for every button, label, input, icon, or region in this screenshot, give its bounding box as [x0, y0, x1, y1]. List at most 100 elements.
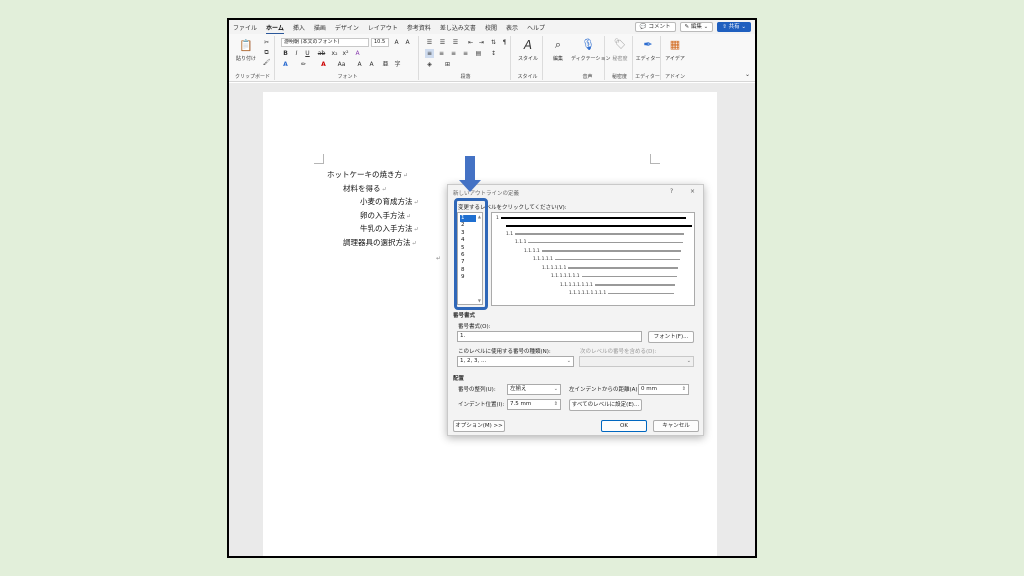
- preview-number: 1.1.1.1.1.1: [542, 265, 567, 271]
- bullets-icon[interactable]: ☰: [425, 38, 434, 47]
- subscript-icon[interactable]: x₂: [330, 49, 339, 58]
- multilevel-list-icon[interactable]: ☰: [451, 38, 460, 47]
- alignment-select[interactable]: 左揃え ⌄: [507, 384, 561, 395]
- ok-button[interactable]: OK: [601, 420, 647, 432]
- font-name-box[interactable]: 游明朝 (本文のフォント): [281, 38, 369, 47]
- paste-icon[interactable]: 📋: [239, 39, 253, 53]
- outline-line-text: 小麦の育成方法: [360, 197, 413, 206]
- preview-row: 1.1.1.1: [524, 248, 682, 254]
- edit-mode-button[interactable]: ✎ 編集 ⌄: [679, 22, 714, 32]
- cut-icon[interactable]: ✂: [262, 38, 271, 47]
- preview-row: 1.1.1.1.1.1: [542, 265, 679, 271]
- font-size-box[interactable]: 10.5: [371, 38, 389, 47]
- increase-indent-icon[interactable]: ⇥: [477, 38, 486, 47]
- microphone-icon[interactable]: 🎙: [581, 38, 595, 52]
- font-color-icon[interactable]: A: [319, 60, 328, 69]
- editor-icon[interactable]: ✒: [641, 38, 655, 52]
- style-icon[interactable]: A: [521, 38, 535, 52]
- chevron-down-icon: ⌄: [553, 386, 558, 392]
- outline-line[interactable]: ホットケーキの焼き方↵: [327, 169, 408, 180]
- tab-10[interactable]: ヘルプ: [527, 23, 545, 32]
- preview-row: 1: [496, 215, 686, 221]
- number-format-section: 番号書式: [453, 313, 476, 319]
- outline-line[interactable]: 小麦の育成方法↵: [360, 196, 419, 207]
- number-format-input[interactable]: 1.: [457, 331, 642, 342]
- search-icon[interactable]: ⌕: [551, 38, 565, 52]
- spinner-icon[interactable]: ⇕: [682, 385, 686, 394]
- underline-icon[interactable]: U: [303, 49, 312, 58]
- editor-label: エディター: [635, 56, 661, 62]
- voice-group: 🎙 ディクテーション 音声: [571, 36, 611, 80]
- help-icon[interactable]: ?: [670, 188, 673, 195]
- close-icon[interactable]: ×: [690, 188, 695, 195]
- preview-row: 1.1.1.1.1.1.1.1: [560, 282, 676, 288]
- strikethrough-icon[interactable]: ab: [317, 49, 326, 58]
- tab-2[interactable]: 挿入: [293, 23, 305, 32]
- shrink-icon[interactable]: A: [367, 60, 376, 69]
- grow-font-icon[interactable]: A: [392, 38, 401, 47]
- comment-button[interactable]: 💬 コメント: [634, 22, 676, 32]
- paragraph-group: ☰ ☰ ☰ ⇤ ⇥ ⇅ ¶ ≡ ≡ ≡ ≡ ▤ ↕ ◈ ⊞ 段落: [421, 36, 511, 80]
- italic-icon[interactable]: I: [292, 49, 301, 58]
- cancel-button[interactable]: キャンセル: [653, 420, 699, 432]
- collapse-ribbon-icon[interactable]: ⌄: [743, 70, 752, 79]
- editing-group: ⌕ 編集: [545, 36, 571, 80]
- pointer-arrow: [465, 156, 475, 182]
- line-spacing-icon[interactable]: ↕: [489, 49, 498, 58]
- tab-9[interactable]: 表示: [506, 23, 518, 32]
- options-button[interactable]: オプション(M) >>: [453, 420, 505, 432]
- spinner-icon[interactable]: ⇕: [554, 400, 558, 409]
- bold-icon[interactable]: B: [281, 49, 290, 58]
- tab-5[interactable]: レイアウト: [368, 23, 398, 32]
- highlight-icon[interactable]: ✏: [299, 60, 308, 69]
- show-marks-icon[interactable]: ¶: [500, 38, 509, 47]
- sort-icon[interactable]: ⇅: [489, 38, 498, 47]
- include-level-select[interactable]: ⌄: [579, 356, 694, 367]
- text-effects-icon[interactable]: A: [281, 60, 290, 69]
- grow-icon[interactable]: A: [355, 60, 364, 69]
- tab-6[interactable]: 参考資料: [407, 23, 431, 32]
- tab-1[interactable]: ホーム: [266, 23, 284, 35]
- left-indent-value: 0 mm: [641, 386, 657, 392]
- decrease-indent-icon[interactable]: ⇤: [466, 38, 475, 47]
- sensitivity-icon[interactable]: 🏷: [613, 38, 627, 52]
- numbering-icon[interactable]: ☰: [438, 38, 447, 47]
- font-button[interactable]: フォント(F)...: [648, 331, 694, 343]
- indent-value: 7.5 mm: [510, 401, 532, 407]
- format-painter-icon[interactable]: 🖌: [262, 58, 271, 67]
- share-button[interactable]: ⇧ 共有 ⌄: [717, 22, 751, 32]
- justify-icon[interactable]: ≡: [461, 49, 470, 58]
- outline-line[interactable]: 卵の入手方法↵: [360, 210, 411, 221]
- tab-0[interactable]: ファイル: [233, 23, 257, 32]
- tab-4[interactable]: デザイン: [335, 23, 359, 32]
- tab-7[interactable]: 差し込み文書: [440, 23, 476, 32]
- clipboard-group: 📋 貼り付け ✂ ⧉ 🖌 クリップボード: [231, 36, 275, 80]
- left-indent-input[interactable]: 0 mm ⇕: [638, 384, 689, 395]
- tab-3[interactable]: 描画: [314, 23, 326, 32]
- margin-corner-tl: [314, 154, 324, 164]
- designer-icon[interactable]: ▦: [668, 38, 682, 52]
- shading-icon[interactable]: ◈: [425, 60, 434, 69]
- borders-icon[interactable]: ⊞: [443, 60, 452, 69]
- change-case-icon[interactable]: Aa: [337, 60, 346, 69]
- number-style-label: このレベルに使用する番号の種類(N):: [458, 349, 551, 355]
- outline-line[interactable]: 材料を得る↵: [343, 183, 387, 194]
- outline-line[interactable]: 牛乳の入手方法↵: [360, 223, 419, 234]
- enclose-icon[interactable]: 字: [393, 60, 402, 69]
- clear-format-icon[interactable]: A: [353, 49, 362, 58]
- shrink-font-icon[interactable]: A: [403, 38, 412, 47]
- distributed-icon[interactable]: ▤: [474, 49, 483, 58]
- tab-8[interactable]: 校閲: [485, 23, 497, 32]
- number-style-select[interactable]: 1, 2, 3, ... ⌄: [457, 356, 574, 367]
- align-right-icon[interactable]: ≡: [449, 49, 458, 58]
- align-left-icon[interactable]: ≡: [425, 49, 434, 58]
- set-all-levels-button[interactable]: すべてのレベルに設定(E)...: [569, 399, 642, 411]
- phonetic-icon[interactable]: 亜: [381, 60, 390, 69]
- indent-input[interactable]: 7.5 mm ⇕: [507, 399, 561, 410]
- align-center-icon[interactable]: ≡: [437, 49, 446, 58]
- style-button-label: スタイル: [517, 56, 538, 62]
- copy-icon[interactable]: ⧉: [262, 48, 271, 57]
- superscript-icon[interactable]: x²: [341, 49, 350, 58]
- paragraph-mark: ↵: [413, 226, 419, 233]
- outline-line[interactable]: 調理器具の選択方法↵: [343, 237, 417, 248]
